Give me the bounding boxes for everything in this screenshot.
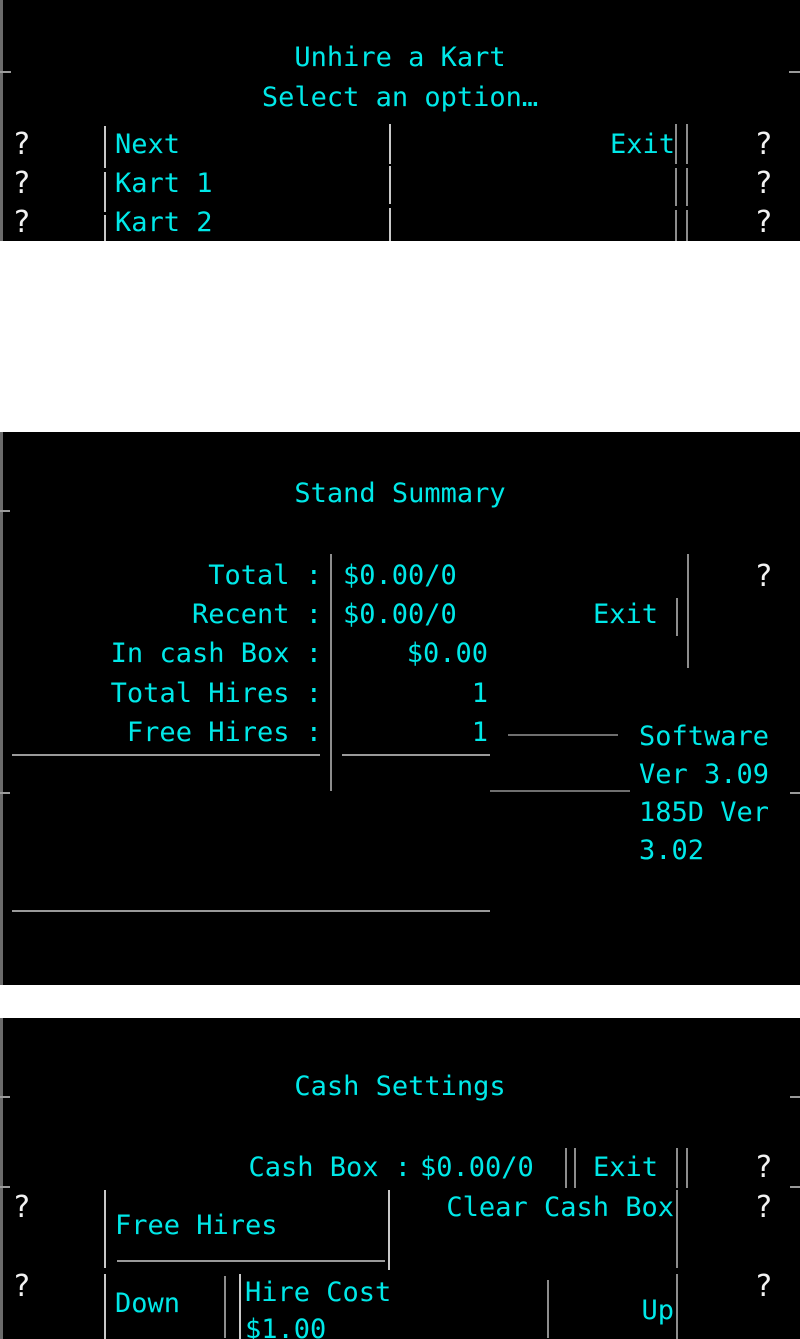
left-edge-tick-mid bbox=[0, 792, 10, 794]
cash-box-right-divider-a bbox=[565, 1148, 567, 1188]
up-right-divider bbox=[676, 1274, 678, 1339]
right-placeholder-cash-1[interactable]: ? bbox=[756, 1153, 772, 1183]
right-placeholder-1[interactable]: ? bbox=[756, 130, 772, 160]
exit-right-divider-b1 bbox=[686, 124, 688, 164]
panel-cash-settings: Cash Settings Cash Box : $0.00/0 Exit ? … bbox=[0, 1018, 800, 1339]
panel-unhire-kart: Unhire a Kart Select an option… ? ? ? Ne… bbox=[0, 0, 800, 241]
right-edge-tick-mid bbox=[790, 792, 800, 794]
summary-value-in-cash-box: $0.00 bbox=[406, 638, 488, 669]
summary-value-free-hires: 1 bbox=[471, 717, 488, 748]
exit-right-divider-b2 bbox=[686, 168, 688, 206]
option-next[interactable]: Next bbox=[115, 125, 180, 165]
panel-title-stand-summary: Stand Summary bbox=[294, 478, 506, 509]
left-placeholder-cash-1[interactable]: ? bbox=[14, 1193, 30, 1223]
exit-button-cash-settings[interactable]: Exit bbox=[593, 1148, 658, 1188]
left-placeholder-cash-2[interactable]: ? bbox=[14, 1272, 30, 1302]
right-placeholder-3[interactable]: ? bbox=[756, 208, 772, 238]
panel-stand-summary: Stand Summary Total : Recent : In cash B… bbox=[0, 432, 800, 985]
summary-lower-divider bbox=[330, 754, 332, 791]
hire-cost-label: Hire Cost bbox=[245, 1277, 392, 1308]
exit-button-stand-summary[interactable]: Exit bbox=[593, 595, 658, 635]
left-placeholder-3[interactable]: ? bbox=[14, 208, 30, 238]
hire-cost-value[interactable]: $1.00 bbox=[245, 1310, 326, 1339]
panel-subtitle-unhire: Select an option… bbox=[261, 82, 539, 113]
panel-title-unhire: Unhire a Kart bbox=[294, 42, 506, 73]
exit-right-divider-a3 bbox=[675, 210, 677, 241]
exit-right-divider-b3 bbox=[686, 210, 688, 241]
left-placeholder-2[interactable]: ? bbox=[14, 169, 30, 199]
summary-value-total: $0.00/0 bbox=[343, 560, 457, 591]
hire-cost-left-divider bbox=[239, 1274, 241, 1339]
right-edge-tick-mid bbox=[790, 1186, 800, 1188]
free-hires-label[interactable]: Free Hires bbox=[115, 1206, 278, 1246]
down-left-divider bbox=[104, 1274, 106, 1339]
summary-underline-left bbox=[12, 754, 320, 756]
cash-box-label: Cash Box : bbox=[248, 1152, 411, 1183]
right-placeholder-cash-3[interactable]: ? bbox=[756, 1272, 772, 1302]
cash-box-right-divider-b bbox=[574, 1148, 576, 1188]
exit-right-divider-cash-a bbox=[676, 1148, 678, 1188]
summary-label-recent: Recent : bbox=[191, 599, 322, 630]
clear-cash-box-divider bbox=[676, 1190, 678, 1268]
clear-cash-box-button[interactable]: Clear Cash Box bbox=[420, 1188, 674, 1227]
summary-label-total: Total : bbox=[208, 560, 322, 591]
center-divider-2 bbox=[389, 166, 391, 204]
up-button[interactable]: Up bbox=[560, 1291, 674, 1331]
right-placeholder-2[interactable]: ? bbox=[756, 169, 772, 199]
summary-label-free-hires: Free Hires : bbox=[126, 717, 322, 748]
exit-right-divider-summary bbox=[687, 554, 689, 668]
summary-label-total-hires: Total Hires : bbox=[110, 678, 322, 709]
exit-right-divider-cash-b bbox=[686, 1148, 688, 1188]
version-under-rule bbox=[490, 790, 630, 792]
right-placeholder-cash-2[interactable]: ? bbox=[756, 1193, 772, 1223]
free-hires-underline bbox=[117, 1260, 385, 1262]
exit-right-divider-a2 bbox=[675, 168, 677, 206]
option-kart-1[interactable]: Kart 1 bbox=[115, 164, 213, 204]
free-hires-left-divider bbox=[104, 1190, 106, 1268]
option-column-divider-1 bbox=[104, 126, 106, 168]
center-divider-3 bbox=[389, 208, 391, 241]
summary-underline-right bbox=[342, 754, 490, 756]
exit-caret-summary bbox=[676, 598, 678, 636]
summary-value-recent: $0.00/0 bbox=[343, 599, 457, 630]
cash-box-value: $0.00/0 bbox=[420, 1152, 534, 1183]
right-placeholder-summary[interactable]: ? bbox=[756, 562, 772, 592]
up-left-divider bbox=[547, 1280, 549, 1338]
free-hires-right-divider bbox=[388, 1190, 390, 1270]
option-column-divider-2 bbox=[104, 172, 106, 212]
exit-button-unhire[interactable]: Exit bbox=[400, 125, 675, 165]
version-lead-rule bbox=[508, 734, 618, 736]
option-column-divider-3 bbox=[104, 215, 106, 241]
software-version-text: Software Ver 3.09 185D Ver 3.02 bbox=[639, 721, 770, 866]
summary-value-total-hires: 1 bbox=[471, 678, 488, 709]
left-placeholder-1[interactable]: ? bbox=[14, 130, 30, 160]
option-kart-2[interactable]: Kart 2 bbox=[115, 203, 213, 241]
exit-right-divider-a1 bbox=[675, 124, 677, 164]
panel-left-border bbox=[0, 0, 3, 241]
down-button[interactable]: Down bbox=[115, 1284, 180, 1324]
summary-label-in-cash-box: In cash Box : bbox=[110, 638, 322, 669]
down-right-divider bbox=[224, 1276, 226, 1338]
summary-footer-rule bbox=[12, 910, 490, 912]
center-divider-1 bbox=[389, 124, 391, 164]
panel-title-cash-settings: Cash Settings bbox=[294, 1071, 506, 1102]
